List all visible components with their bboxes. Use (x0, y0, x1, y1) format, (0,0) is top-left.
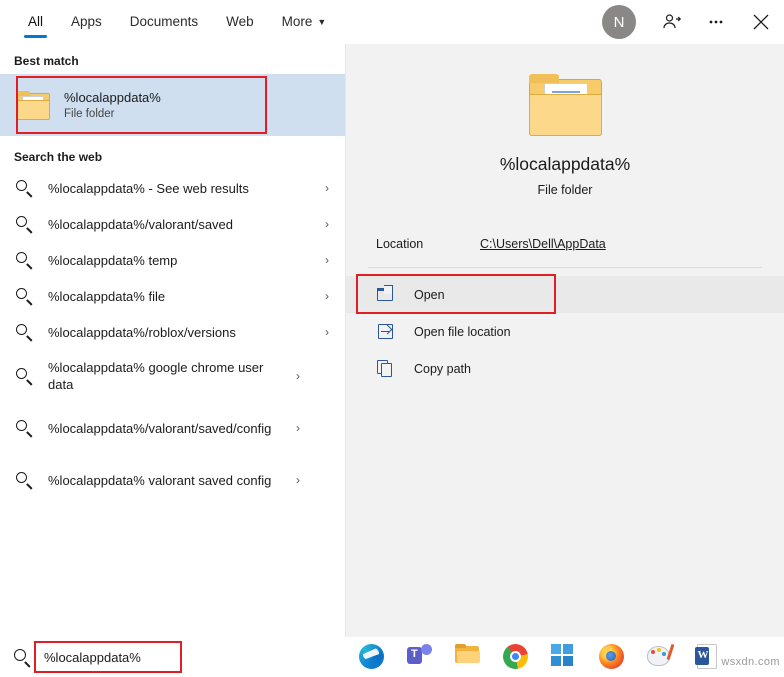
best-match-subtitle: File folder (64, 106, 161, 122)
search-icon (14, 470, 34, 490)
chevron-right-icon[interactable]: › (317, 289, 337, 303)
web-results-list: %localappdata% - See web results › %loca… (0, 170, 345, 506)
tab-more[interactable]: More ▼ (268, 0, 341, 44)
more-options-icon[interactable] (694, 0, 738, 44)
list-item-label: %localappdata%/roblox/versions (48, 324, 317, 341)
list-item-label: %localappdata% - See web results (48, 180, 317, 197)
chevron-right-icon[interactable]: › (317, 181, 337, 195)
avatar[interactable]: N (602, 5, 636, 39)
location-label: Location (376, 237, 480, 251)
tab-web-label: Web (226, 14, 254, 29)
chevron-right-icon[interactable]: › (288, 473, 308, 487)
taskbar-icon-paint-3d[interactable] (647, 644, 673, 670)
taskbar-icon-file-explorer[interactable] (455, 644, 481, 670)
best-match-row-wrapper: %localappdata% File folder (0, 74, 345, 136)
search-icon (14, 366, 34, 386)
close-icon[interactable] (738, 0, 784, 44)
list-item-label: %localappdata%/valorant/saved (48, 216, 317, 233)
taskbar-search-box[interactable]: %localappdata% (0, 637, 345, 677)
taskbar-icon-google-chrome[interactable] (503, 644, 529, 670)
search-icon (12, 647, 32, 667)
search-icon (14, 250, 34, 270)
taskbar-apps: wsxdn.com (345, 644, 784, 670)
list-item[interactable]: %localappdata% - See web results › (0, 170, 345, 206)
folder-icon (16, 91, 50, 119)
best-match-heading: Best match (0, 44, 345, 74)
open-file-location-action[interactable]: Open file location (346, 313, 784, 350)
taskbar-icon-microsoft-edge[interactable] (359, 644, 385, 670)
preview-header: %localappdata% File folder (346, 44, 784, 197)
topbar-right-controls: N (602, 0, 784, 44)
list-item[interactable]: %localappdata% valorant saved config › (0, 454, 345, 506)
location-row: Location C:\Users\Dell\AppData (346, 229, 784, 259)
search-web-heading: Search the web (0, 136, 345, 170)
list-item[interactable]: %localappdata%/roblox/versions › (0, 314, 345, 350)
tab-apps-label: Apps (71, 14, 102, 29)
best-match-title: %localappdata% (64, 89, 161, 106)
search-icon (14, 214, 34, 234)
open-file-location-icon (376, 322, 398, 342)
taskbar: %localappdata% wsxdn.com (0, 637, 784, 677)
preview-pane: %localappdata% File folder Location C:\U… (345, 44, 784, 637)
search-icon (14, 418, 34, 438)
chevron-down-icon: ▼ (317, 17, 326, 27)
taskbar-icon-mozilla-firefox[interactable] (599, 644, 625, 670)
avatar-initial: N (614, 14, 625, 31)
tab-apps[interactable]: Apps (57, 0, 116, 44)
open-file-location-label: Open file location (414, 325, 511, 339)
folder-icon (527, 74, 603, 136)
list-item[interactable]: %localappdata%/valorant/saved › (0, 206, 345, 242)
preview-subtitle: File folder (346, 183, 784, 197)
list-item[interactable]: %localappdata%/valorant/saved/config › (0, 402, 345, 454)
search-icon (14, 322, 34, 342)
preview-title: %localappdata% (346, 154, 784, 175)
location-path-link[interactable]: C:\Users\Dell\AppData (480, 237, 606, 251)
open-action[interactable]: Open (346, 276, 784, 313)
copy-path-icon (376, 359, 398, 379)
search-annotation-box (34, 641, 182, 673)
taskbar-icon-microsoft-word[interactable] (695, 644, 721, 670)
chevron-right-icon[interactable]: › (317, 325, 337, 339)
tab-web[interactable]: Web (212, 0, 268, 44)
tab-more-label: More (282, 14, 313, 29)
chevron-right-icon[interactable]: › (288, 421, 308, 435)
list-item-label: %localappdata% file (48, 288, 317, 305)
list-item-label: %localappdata%/valorant/saved/config (48, 420, 288, 437)
person-share-icon[interactable] (650, 0, 694, 44)
list-item[interactable]: %localappdata% google chrome user data › (0, 350, 345, 402)
search-icon (14, 286, 34, 306)
list-item-label: %localappdata% temp (48, 252, 317, 269)
best-match-result[interactable]: %localappdata% File folder (0, 74, 345, 136)
chevron-right-icon[interactable]: › (317, 217, 337, 231)
tab-all-label: All (28, 14, 43, 29)
copy-path-label: Copy path (414, 362, 471, 376)
tab-documents[interactable]: Documents (116, 0, 212, 44)
search-icon (14, 178, 34, 198)
watermark: wsxdn.com (721, 656, 780, 668)
tab-documents-label: Documents (130, 14, 198, 29)
list-item-label: %localappdata% valorant saved config (48, 472, 288, 489)
taskbar-icon-microsoft-teams[interactable] (407, 644, 433, 670)
taskbar-icon-microsoft-store[interactable] (551, 644, 577, 670)
tab-all[interactable]: All (14, 0, 57, 44)
chevron-right-icon[interactable]: › (288, 369, 308, 383)
list-item-label: %localappdata% google chrome user data (48, 359, 288, 393)
actions-list: Open Open file location (346, 276, 784, 387)
search-content: Best match %localappdata% File folder (0, 44, 784, 637)
best-match-text: %localappdata% File folder (64, 89, 161, 122)
chevron-right-icon[interactable]: › (317, 253, 337, 267)
search-filter-tabbar: All Apps Documents Web More ▼ N (0, 0, 784, 44)
list-item[interactable]: %localappdata% file › (0, 278, 345, 314)
open-action-label: Open (414, 288, 445, 302)
windows-search-panel: All Apps Documents Web More ▼ N (0, 0, 784, 677)
divider (368, 267, 762, 268)
copy-path-action[interactable]: Copy path (346, 350, 784, 387)
results-list-pane: Best match %localappdata% File folder (0, 44, 345, 637)
list-item[interactable]: %localappdata% temp › (0, 242, 345, 278)
open-window-icon (376, 285, 398, 305)
filter-tabs: All Apps Documents Web More ▼ (14, 0, 340, 44)
